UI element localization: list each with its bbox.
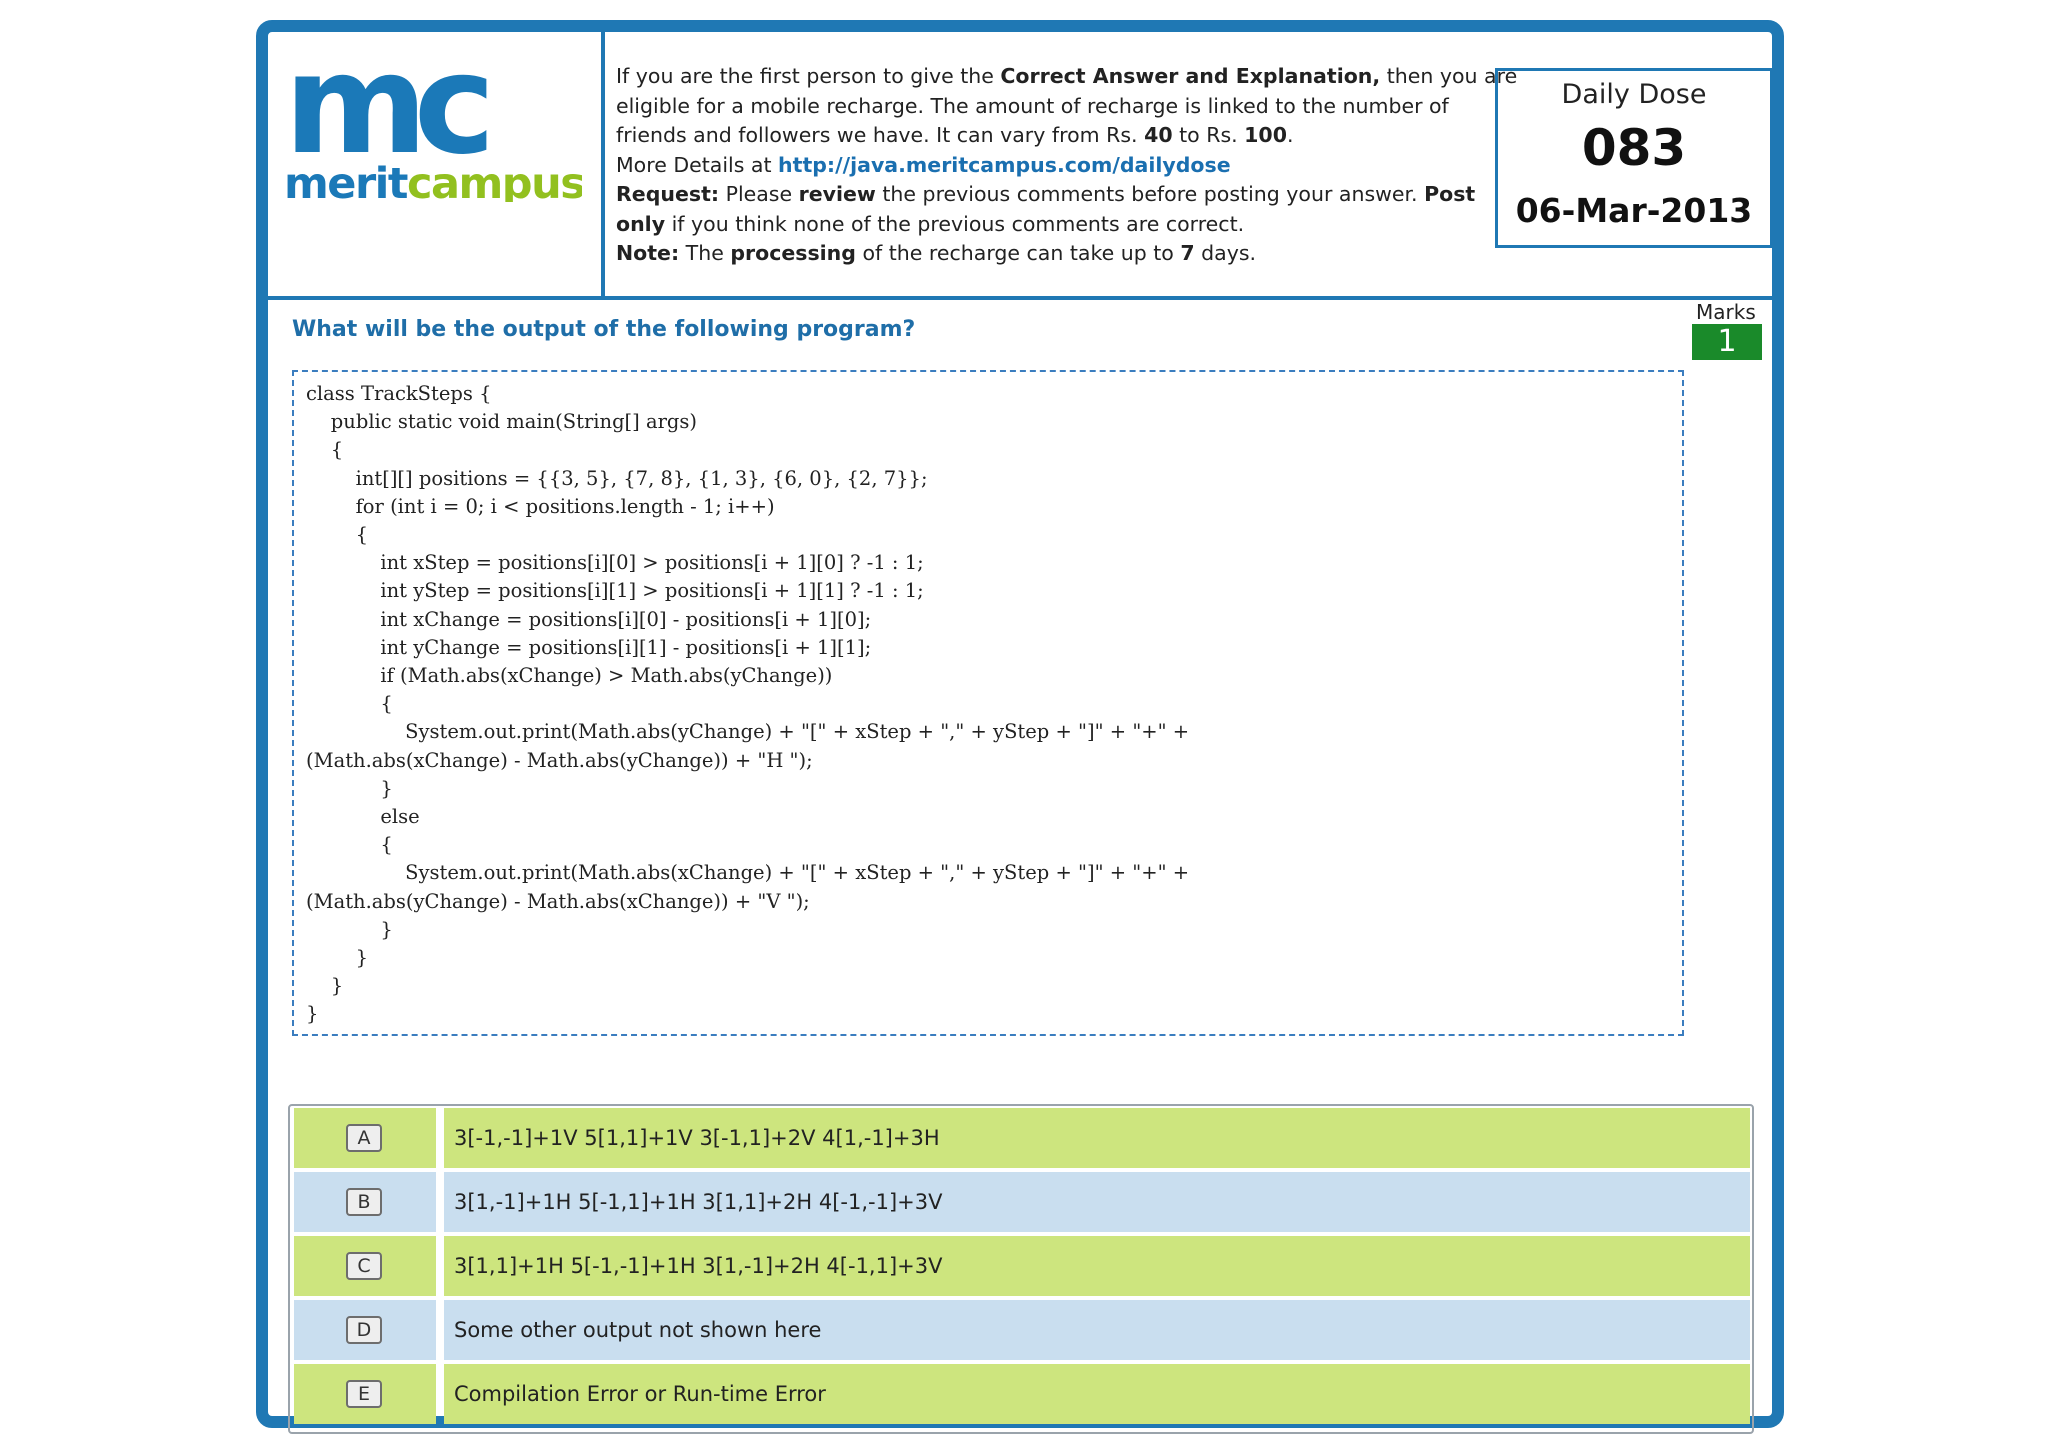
info-line-6: only if you think none of the previous c… bbox=[616, 211, 1245, 236]
option-text-cell: 3[-1,-1]+1V 5[1,1]+1V 3[-1,1]+2V 4[1,-1]… bbox=[444, 1108, 1750, 1168]
option-letter-button[interactable]: A bbox=[346, 1124, 382, 1152]
dailydose-link[interactable]: http://java.meritcampus.com/dailydose bbox=[778, 153, 1231, 177]
option-letter-button[interactable]: E bbox=[346, 1380, 382, 1408]
option-letter-cell: C bbox=[294, 1236, 436, 1296]
option-letter-cell: B bbox=[294, 1172, 436, 1232]
option-text-cell: Some other output not shown here bbox=[444, 1300, 1750, 1360]
header: mc meritcampus If you are the first pers… bbox=[268, 32, 1773, 300]
option-letter-button[interactable]: D bbox=[346, 1316, 382, 1344]
daily-dose-title: Daily Dose bbox=[1561, 79, 1707, 110]
meritcampus-logo: mc meritcampus bbox=[284, 52, 582, 202]
program-code: class TrackSteps { public static void ma… bbox=[306, 382, 1190, 1026]
daily-dose-card: mc meritcampus If you are the first pers… bbox=[256, 20, 1784, 1434]
svg-text:meritcampus: meritcampus bbox=[284, 159, 582, 202]
info-line-2: eligible for a mobile recharge. The amou… bbox=[616, 93, 1449, 118]
marks-badge: 1 bbox=[1692, 324, 1762, 360]
daily-dose-number: 083 bbox=[1581, 119, 1687, 177]
option-letter-cell: A bbox=[294, 1108, 436, 1168]
option-letter-cell: D bbox=[294, 1300, 436, 1360]
logo-cell: mc meritcampus bbox=[268, 32, 605, 296]
option-text: Some other output not shown here bbox=[454, 1318, 822, 1342]
info-line-1: If you are the first person to give the … bbox=[616, 64, 1518, 88]
option-a[interactable]: A 3[-1,-1]+1V 5[1,1]+1V 3[-1,1]+2V 4[1,-… bbox=[294, 1108, 1750, 1168]
option-d[interactable]: D Some other output not shown here bbox=[294, 1300, 1750, 1360]
option-text-cell: Compilation Error or Run-time Error bbox=[444, 1364, 1750, 1424]
logo-word-campus: campus bbox=[407, 159, 582, 202]
option-text: 3[-1,-1]+1V 5[1,1]+1V 3[-1,1]+2V 4[1,-1]… bbox=[454, 1126, 940, 1150]
option-text: Compilation Error or Run-time Error bbox=[454, 1382, 826, 1406]
option-c[interactable]: C 3[1,1]+1H 5[-1,-1]+1H 3[1,-1]+2H 4[-1,… bbox=[294, 1236, 1750, 1296]
logo-word-merit: merit bbox=[284, 159, 408, 202]
option-text-cell: 3[1,-1]+1H 5[-1,1]+1H 3[1,1]+2H 4[-1,-1]… bbox=[444, 1172, 1750, 1232]
option-b[interactable]: B 3[1,-1]+1H 5[-1,1]+1H 3[1,1]+2H 4[-1,-… bbox=[294, 1172, 1750, 1232]
option-letter-button[interactable]: B bbox=[346, 1188, 382, 1216]
answer-options: A 3[-1,-1]+1V 5[1,1]+1V 3[-1,1]+2V 4[1,-… bbox=[288, 1104, 1754, 1434]
question-text: What will be the output of the following… bbox=[292, 317, 916, 342]
daily-dose-box: Daily Dose 083 06-Mar-2013 bbox=[1495, 68, 1773, 248]
info-text: If you are the first person to give the … bbox=[616, 62, 1518, 269]
info-line-7: Note: The processing of the recharge can… bbox=[616, 241, 1257, 265]
option-letter-cell: E bbox=[294, 1364, 436, 1424]
marks-label: Marks bbox=[1696, 300, 1756, 324]
info-line-3: friends and followers we have. It can va… bbox=[616, 123, 1294, 147]
option-e[interactable]: E Compilation Error or Run-time Error bbox=[294, 1364, 1750, 1424]
option-text: 3[1,1]+1H 5[-1,-1]+1H 3[1,-1]+2H 4[-1,1]… bbox=[454, 1254, 943, 1278]
info-line-4: More Details at http://java.meritcampus.… bbox=[616, 152, 1231, 177]
option-letter-button[interactable]: C bbox=[346, 1252, 382, 1280]
option-text: 3[1,-1]+1H 5[-1,1]+1H 3[1,1]+2H 4[-1,-1]… bbox=[454, 1190, 943, 1214]
daily-dose-date: 06-Mar-2013 bbox=[1515, 191, 1753, 230]
info-line-5: Request: Please review the previous comm… bbox=[616, 182, 1476, 206]
code-block: class TrackSteps { public static void ma… bbox=[292, 370, 1684, 1036]
option-text-cell: 3[1,1]+1H 5[-1,-1]+1H 3[1,-1]+2H 4[-1,1]… bbox=[444, 1236, 1750, 1296]
